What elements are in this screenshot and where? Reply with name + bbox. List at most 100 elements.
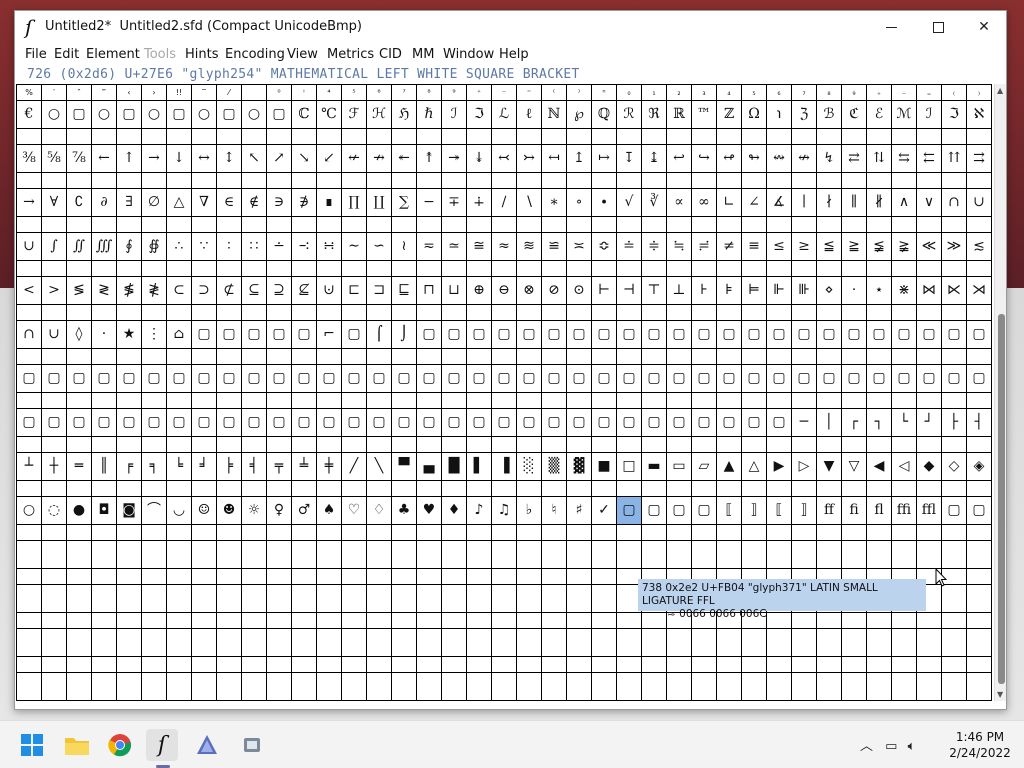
glyph-cell[interactable]: ▢ xyxy=(42,365,67,393)
glyph-cell[interactable]: ∼ xyxy=(342,233,367,261)
glyph-cell[interactable]: ≀ xyxy=(392,233,417,261)
glyph-cell[interactable]: ♣ xyxy=(392,497,417,525)
glyph-cell[interactable] xyxy=(917,541,942,569)
glyph-cell[interactable]: ▢ xyxy=(692,321,717,349)
glyph-cell[interactable] xyxy=(967,673,992,701)
glyph-cell[interactable] xyxy=(942,541,967,569)
glyph-cell[interactable]: ▢ xyxy=(492,321,517,349)
glyph-cell[interactable] xyxy=(492,629,517,657)
glyph-cell[interactable] xyxy=(842,629,867,657)
glyph-cell[interactable]: ▢ xyxy=(467,321,492,349)
glyph-cell[interactable]: ⇅ xyxy=(867,145,892,173)
glyph-cell[interactable]: ▢ xyxy=(67,409,92,437)
glyph-cell[interactable]: ℵ xyxy=(967,101,992,129)
glyph-cell[interactable]: ∑ xyxy=(392,189,417,217)
glyph-cell[interactable]: ▢ xyxy=(717,409,742,437)
glyph-cell[interactable]: ▢ xyxy=(717,321,742,349)
glyph-cell[interactable]: ┌ xyxy=(842,409,867,437)
glyph-cell[interactable] xyxy=(42,673,67,701)
glyph-cell[interactable]: ⊣ xyxy=(617,277,642,305)
glyph-cell[interactable]: ▢ xyxy=(892,321,917,349)
glyph-cell[interactable]: ▢ xyxy=(92,409,117,437)
glyph-cell[interactable]: ∛ xyxy=(642,189,667,217)
glyph-cell[interactable]: < xyxy=(17,277,42,305)
glyph-cell[interactable]: ♯ xyxy=(567,497,592,525)
glyph-cell[interactable]: ▢ xyxy=(417,409,442,437)
glyph-cell[interactable]: ▢ xyxy=(792,365,817,393)
glyph-cell[interactable] xyxy=(592,585,617,613)
glyph-cell[interactable] xyxy=(242,629,267,657)
glyph-cell[interactable]: ▢ xyxy=(217,365,242,393)
glyph-cell[interactable] xyxy=(42,541,67,569)
glyph-cell[interactable]: ⋆ xyxy=(867,277,892,305)
glyph-cell[interactable]: ▢ xyxy=(517,409,542,437)
glyph-cell[interactable]: ▢ xyxy=(342,365,367,393)
glyph-cell[interactable]: ◇ xyxy=(942,453,967,481)
glyph-cell[interactable]: ℰ xyxy=(867,101,892,129)
glyph-cell[interactable]: ⋇ xyxy=(892,277,917,305)
glyph-cell[interactable]: ♢ xyxy=(367,497,392,525)
glyph-cell[interactable]: │ xyxy=(817,409,842,437)
glyph-cell[interactable] xyxy=(542,585,567,613)
glyph-cell[interactable]: █ xyxy=(442,453,467,481)
glyph-cell[interactable]: ↑ xyxy=(117,145,142,173)
glyph-cell[interactable]: ﬄ xyxy=(917,497,942,525)
glyph-cell[interactable] xyxy=(742,673,767,701)
glyph-cell[interactable] xyxy=(817,629,842,657)
glyph-cell[interactable]: ∗ xyxy=(542,189,567,217)
glyph-cell[interactable]: ┼ xyxy=(42,453,67,481)
glyph-cell[interactable]: ≈ xyxy=(492,233,517,261)
glyph-cell[interactable]: ♦ xyxy=(442,497,467,525)
glyph-cell[interactable]: └ xyxy=(892,409,917,437)
glyph-cell[interactable]: ╕ xyxy=(142,453,167,481)
glyph-cell[interactable]: ▢ xyxy=(267,365,292,393)
glyph-cell[interactable] xyxy=(967,541,992,569)
glyph-cell[interactable]: ∎ xyxy=(317,189,342,217)
vertical-scrollbar[interactable]: ▲ ▼ xyxy=(994,84,1006,701)
glyph-cell[interactable] xyxy=(92,629,117,657)
glyph-cell[interactable] xyxy=(242,541,267,569)
scroll-up-icon[interactable]: ▲ xyxy=(997,86,1003,95)
glyph-cell[interactable]: ▄ xyxy=(417,453,442,481)
glyph-cell[interactable]: ▢ xyxy=(42,409,67,437)
glyph-cell[interactable]: ┴ xyxy=(17,453,42,481)
glyph-cell[interactable]: ▲ xyxy=(717,453,742,481)
glyph-cell[interactable]: ▢ xyxy=(392,409,417,437)
glyph-cell[interactable]: ▢ xyxy=(517,365,542,393)
glyph-cell[interactable] xyxy=(442,541,467,569)
glyph-cell[interactable]: ╲ xyxy=(367,453,392,481)
glyph-cell[interactable]: ℏ xyxy=(417,101,442,129)
glyph-cell-selected[interactable]: ▢ xyxy=(617,497,642,525)
glyph-cell[interactable]: ∺ xyxy=(317,233,342,261)
glyph-cell[interactable] xyxy=(667,673,692,701)
glyph-cell[interactable]: ⊃ xyxy=(192,277,217,305)
glyph-cell[interactable]: ⇈ xyxy=(942,145,967,173)
glyph-cell[interactable]: ↔ xyxy=(192,145,217,173)
glyph-cell[interactable]: ▢ xyxy=(667,365,692,393)
glyph-cell[interactable] xyxy=(192,629,217,657)
glyph-cell[interactable] xyxy=(17,541,42,569)
glyph-cell[interactable]: ⌂ xyxy=(167,321,192,349)
glyph-cell[interactable]: ≸ xyxy=(117,277,142,305)
glyph-cell[interactable] xyxy=(142,673,167,701)
glyph-cell[interactable]: ▀ xyxy=(392,453,417,481)
glyph-cell[interactable]: ♠ xyxy=(317,497,342,525)
glyph-cell[interactable]: ○ xyxy=(242,101,267,129)
glyph-cell[interactable] xyxy=(767,673,792,701)
glyph-cell[interactable]: ↕ xyxy=(217,145,242,173)
glyph-cell[interactable] xyxy=(317,673,342,701)
glyph-cell[interactable]: ├ xyxy=(942,409,967,437)
glyph-cell[interactable]: ∅ xyxy=(142,189,167,217)
glyph-cell[interactable]: ♡ xyxy=(342,497,367,525)
glyph-cell[interactable]: ↠ xyxy=(442,145,467,173)
glyph-cell[interactable] xyxy=(242,585,267,613)
fontforge-icon[interactable]: ſ xyxy=(146,729,178,761)
glyph-cell[interactable]: ⇉ xyxy=(967,145,992,173)
glyph-cell[interactable]: ⇆ xyxy=(892,145,917,173)
glyph-cell[interactable] xyxy=(592,629,617,657)
glyph-cell[interactable] xyxy=(192,585,217,613)
glyph-cell[interactable]: ↘ xyxy=(292,145,317,173)
glyph-cell[interactable]: ▌ xyxy=(467,453,492,481)
glyph-cell[interactable]: ≓ xyxy=(692,233,717,261)
glyph-cell[interactable]: ∃ xyxy=(117,189,142,217)
